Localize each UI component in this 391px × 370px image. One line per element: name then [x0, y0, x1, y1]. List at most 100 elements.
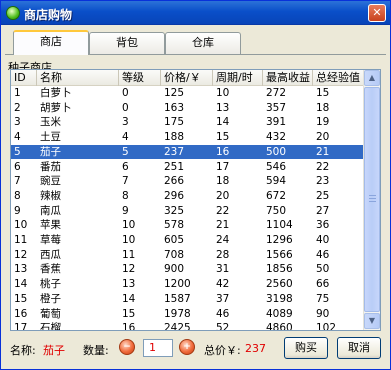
table-row[interactable]: 16 葡萄 15 1978 46 4089 90: [11, 307, 364, 322]
cell-cycle: 22: [216, 204, 230, 217]
table-row[interactable]: 4 土豆 4 188 15 432 20: [11, 130, 364, 145]
table-row[interactable]: 14 桃子 13 1200 42 2560 66: [11, 277, 364, 292]
cell-price: 125: [164, 87, 185, 99]
table-row[interactable]: 10 苹果 10 578 21 1104 36: [11, 218, 364, 233]
shop-window: 商店购物 ✕ 商店 背包 仓库 种子商店 ID 名称 等级 价格/￥ 周期/时 …: [0, 0, 391, 370]
tab-shop[interactable]: 商店: [13, 30, 89, 55]
list-header: ID 名称 等级 价格/￥ 周期/时 最高收益 总经验值: [11, 70, 364, 86]
seed-list[interactable]: ID 名称 等级 价格/￥ 周期/时 最高收益 总经验值 1 白萝卜 0 125 10 2…: [10, 69, 381, 331]
total-price-value: 237: [245, 342, 266, 355]
table-row[interactable]: 2 胡萝卜 0 163 13 357 18: [11, 101, 364, 116]
cell-name: 番茄: [40, 160, 61, 173]
cell-total-exp: 19: [316, 116, 330, 129]
cell-id: 4: [14, 131, 21, 144]
cell-level: 8: [122, 189, 129, 202]
cell-cycle: 37: [216, 292, 230, 305]
cell-level: 5: [122, 145, 129, 158]
cell-name: 橙子: [40, 292, 61, 305]
cell-total-exp: 102: [316, 322, 337, 331]
cell-level: 14: [122, 292, 136, 305]
cell-price: 175: [164, 116, 185, 129]
decrease-quantity-button[interactable]: −: [119, 339, 135, 355]
cell-level: 0: [122, 101, 129, 114]
table-row[interactable]: 9 南瓜 9 325 22 750 27: [11, 204, 364, 219]
cell-cycle: 21: [216, 219, 230, 232]
cell-cycle: 14: [216, 116, 230, 129]
table-row[interactable]: 5 茄子 5 237 16 500 21: [11, 144, 364, 160]
close-button[interactable]: ✕: [368, 4, 386, 22]
cell-price: 900: [164, 263, 185, 276]
quantity-input[interactable]: 1: [143, 339, 173, 357]
table-row[interactable]: 6 番茄 6 251 17 546 22: [11, 160, 364, 175]
cell-name: 胡萝卜: [40, 101, 72, 114]
cell-total-exp: 36: [316, 219, 330, 232]
window-bottom-edge: [1, 363, 390, 369]
table-row[interactable]: 12 西瓜 11 708 28 1566 46: [11, 248, 364, 263]
tab-backpack[interactable]: 背包: [89, 32, 165, 54]
quantity-label: 数量:: [83, 344, 109, 357]
cell-id: 15: [14, 292, 28, 305]
cell-price: 1200: [164, 278, 191, 291]
scroll-thumb[interactable]: [364, 87, 380, 312]
table-row[interactable]: 1 白萝卜 0 125 10 272 15: [11, 86, 364, 101]
cell-cycle: 20: [216, 189, 230, 202]
column-header-price[interactable]: 价格/￥: [161, 70, 213, 86]
name-label: 名称:: [10, 344, 36, 357]
table-row[interactable]: 7 豌豆 7 266 18 594 23: [11, 174, 364, 189]
cell-max-income: 1104: [266, 219, 293, 232]
buy-button[interactable]: 购买: [284, 337, 328, 359]
column-header-cycle[interactable]: 周期/时: [213, 70, 263, 86]
cell-price: 2425: [164, 322, 191, 331]
cell-max-income: 500: [266, 145, 287, 158]
cell-price: 578: [164, 219, 185, 232]
column-header-id[interactable]: ID: [11, 70, 37, 86]
cell-level: 16: [122, 322, 136, 331]
selected-item-name: 茄子: [43, 344, 65, 357]
vertical-scrollbar[interactable]: ▲ ▼: [363, 70, 380, 330]
cell-name: 土豆: [40, 131, 61, 144]
scroll-down-button[interactable]: ▼: [364, 313, 380, 329]
tab-warehouse[interactable]: 仓库: [165, 32, 241, 54]
cell-name: 香蕉: [40, 263, 61, 276]
cell-id: 16: [14, 307, 28, 320]
column-header-level[interactable]: 等级: [119, 70, 161, 86]
scroll-up-button[interactable]: ▲: [364, 70, 380, 86]
cell-level: 4: [122, 131, 129, 144]
table-row[interactable]: 11 草莓 10 605 24 1296 40: [11, 233, 364, 248]
cell-max-income: 1856: [266, 263, 293, 276]
increase-quantity-button[interactable]: +: [179, 339, 195, 355]
thumb-grip: [369, 198, 376, 199]
column-header-max-income[interactable]: 最高收益: [263, 70, 313, 86]
cell-cycle: 17: [216, 160, 230, 173]
cell-max-income: 391: [266, 116, 287, 129]
cell-id: 3: [14, 116, 21, 129]
app-icon: [6, 6, 20, 20]
cell-id: 8: [14, 189, 21, 202]
cell-total-exp: 50: [316, 263, 330, 276]
cell-max-income: 1566: [266, 248, 293, 261]
cell-cycle: 52: [216, 322, 230, 331]
column-header-name[interactable]: 名称: [37, 70, 119, 86]
purchase-bar: 名称: 茄子 数量: − 1 + 总价￥: 237 购买 取消: [1, 334, 390, 362]
table-row[interactable]: 17 石榴 16 2425 52 4860 102: [11, 321, 364, 331]
cell-id: 14: [14, 278, 28, 291]
cell-level: 10: [122, 234, 136, 246]
table-row[interactable]: 3 玉米 3 175 14 391 19: [11, 115, 364, 130]
table-row[interactable]: 13 香蕉 12 900 31 1856 50: [11, 262, 364, 277]
tab-bar: 商店 背包 仓库: [5, 28, 386, 56]
column-header-total-exp[interactable]: 总经验值: [313, 70, 364, 86]
table-row[interactable]: 8 辣椒 8 296 20 672 25: [11, 189, 364, 204]
cancel-button[interactable]: 取消: [337, 337, 381, 359]
cell-cycle: 15: [216, 131, 230, 144]
table-row[interactable]: 15 橙子 14 1587 37 3198 75: [11, 292, 364, 307]
cell-total-exp: 90: [316, 307, 330, 320]
cell-max-income: 2560: [266, 278, 293, 291]
cell-max-income: 272: [266, 87, 287, 99]
cell-level: 3: [122, 116, 129, 129]
cell-id: 1: [14, 87, 21, 99]
cell-price: 708: [164, 248, 185, 261]
cell-price: 296: [164, 189, 185, 202]
thumb-grip: [369, 201, 376, 202]
cell-name: 葡萄: [40, 307, 61, 320]
cell-cycle: 13: [216, 101, 230, 114]
